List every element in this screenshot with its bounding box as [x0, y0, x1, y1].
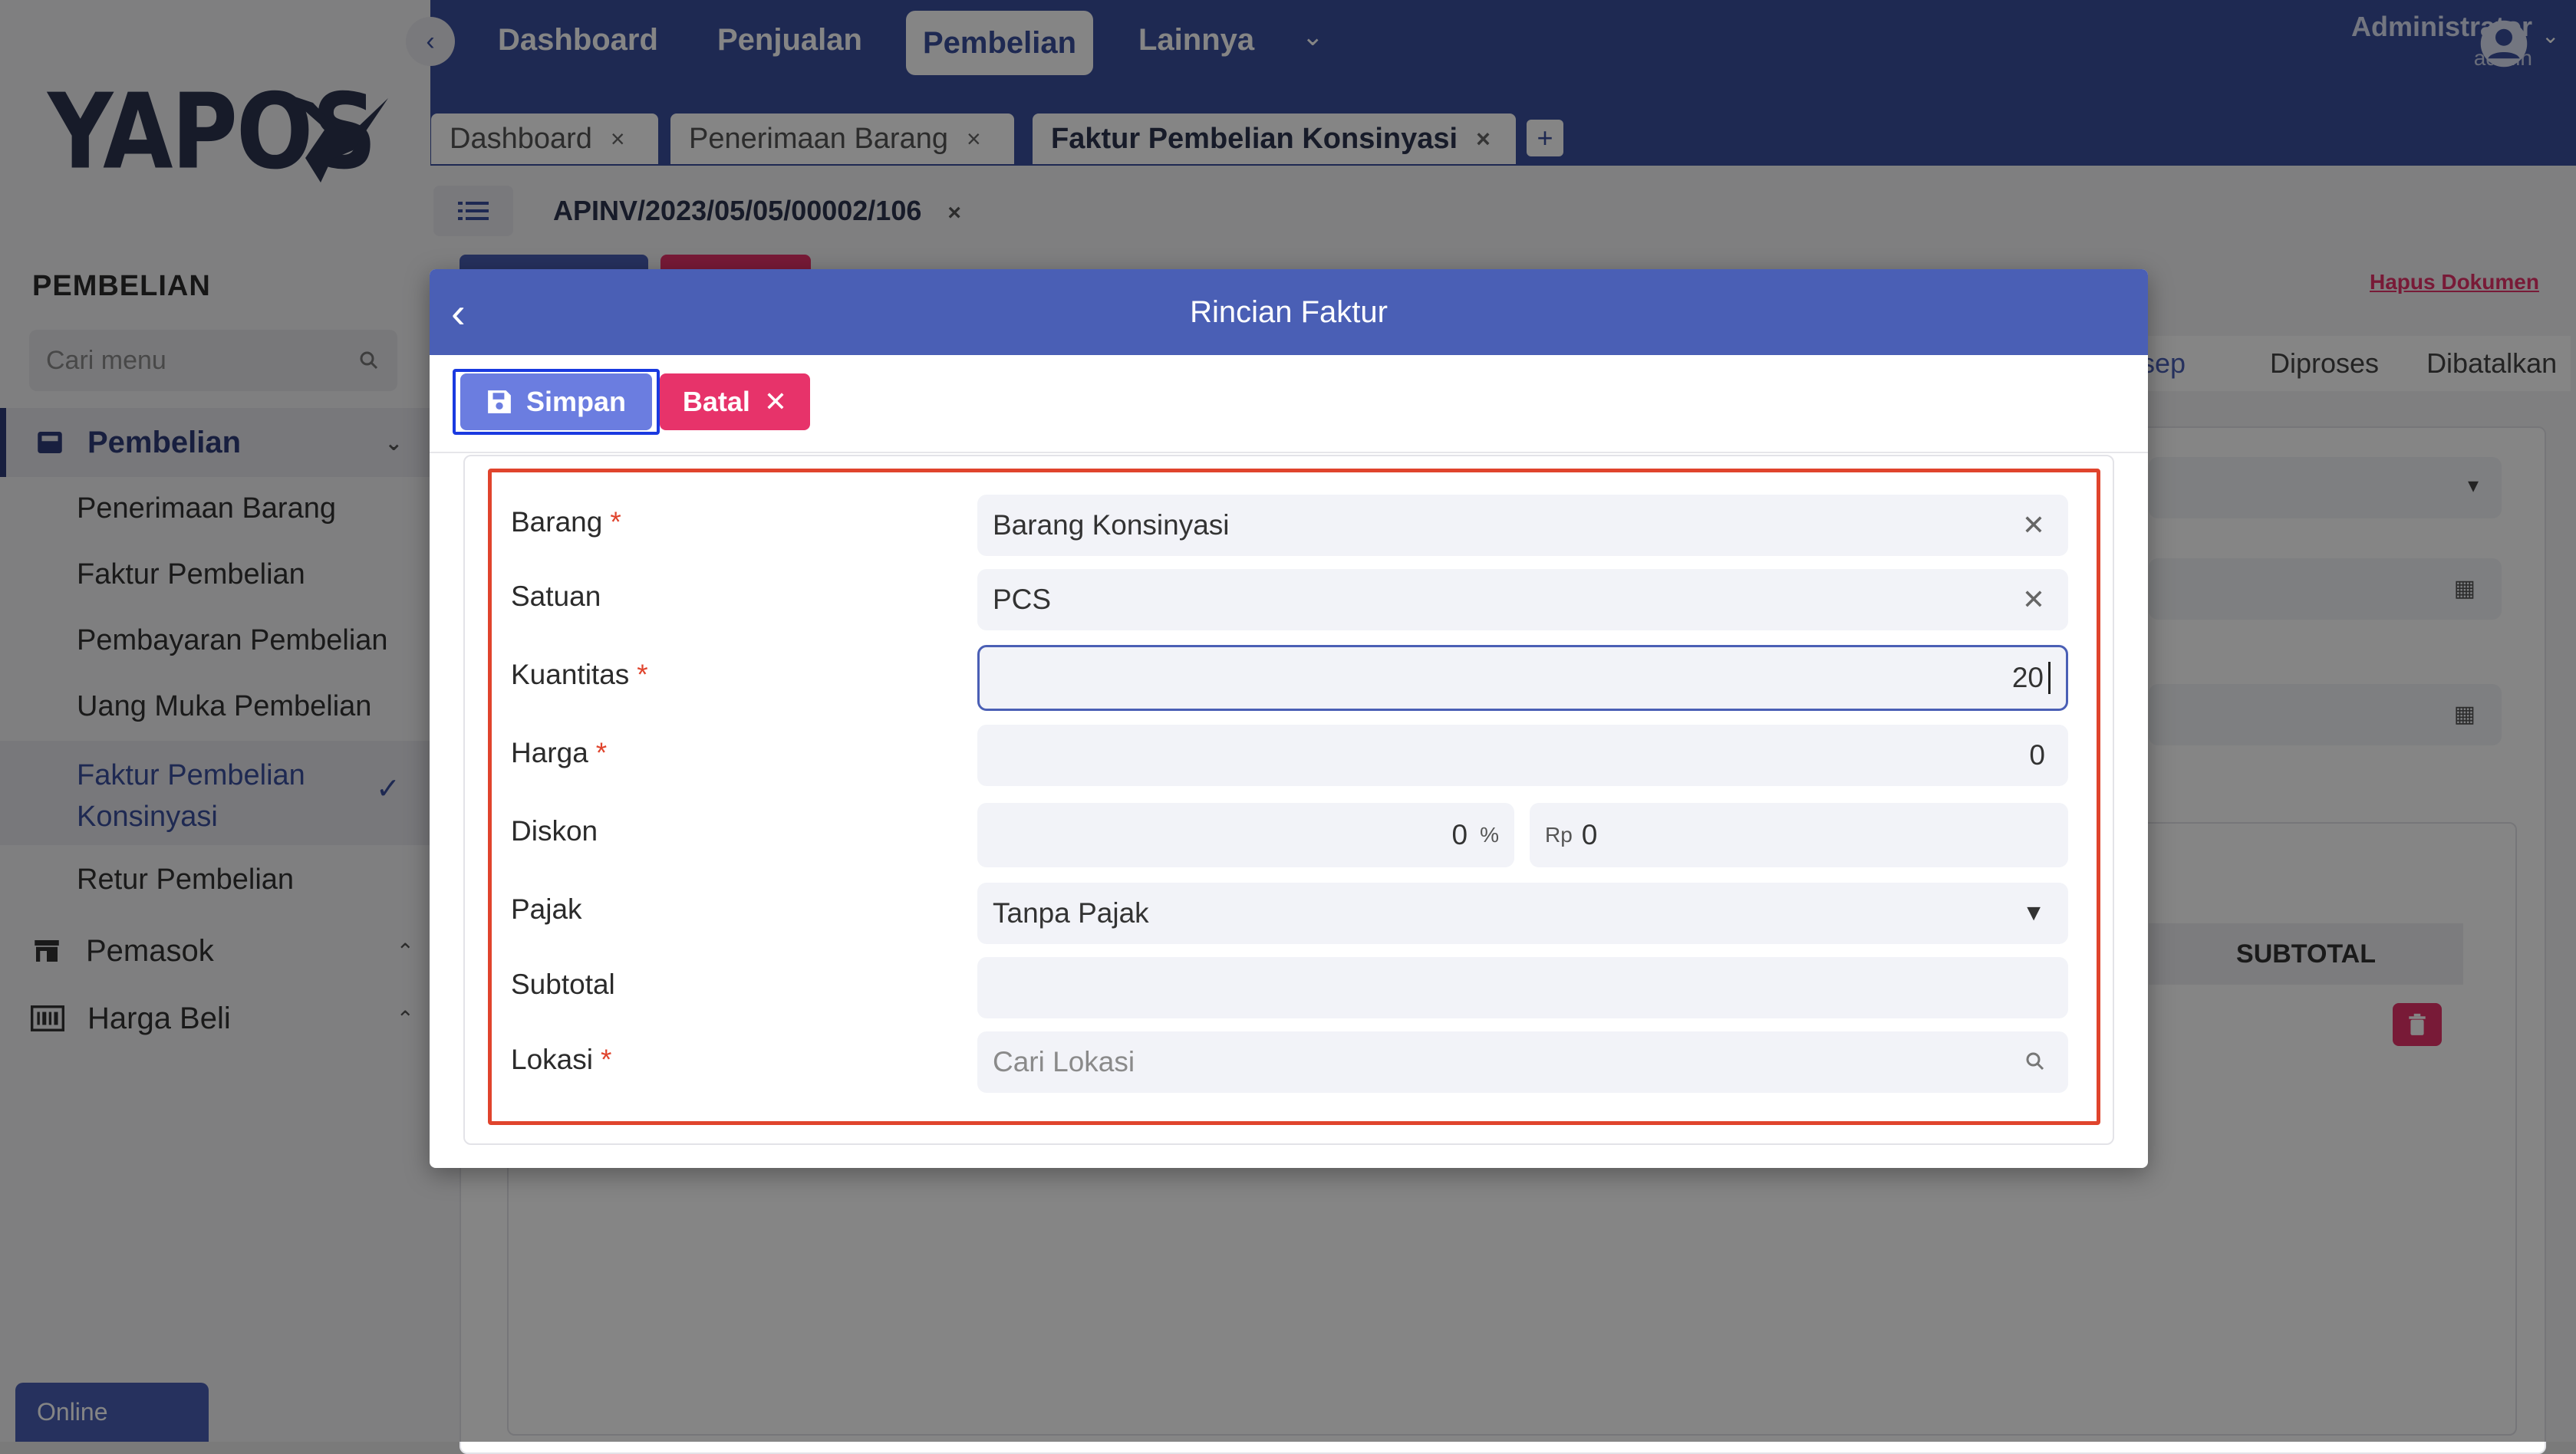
back-arrow-icon[interactable]: ‹	[451, 288, 466, 337]
field-label-satuan: Satuan	[511, 581, 601, 612]
diskon-rp-input[interactable]: Rp 0	[1530, 803, 2068, 867]
cancel-button[interactable]: Batal ✕	[660, 373, 810, 430]
rp-prefix: Rp	[1545, 823, 1573, 847]
diskon-rp-value: 0	[1581, 819, 1598, 850]
required-mark: *	[600, 1044, 612, 1075]
harga-input[interactable]: 0	[977, 725, 2068, 786]
field-label-harga: Harga *	[511, 737, 607, 769]
field-label-barang: Barang *	[511, 506, 621, 538]
required-mark: *	[595, 737, 608, 768]
save-button[interactable]: Simpan	[460, 373, 652, 430]
label-text: Kuantitas	[511, 659, 630, 690]
modal-toolbar: Simpan Batal ✕	[430, 355, 2148, 453]
invoice-detail-modal: ‹ Rincian Faktur Simpan Batal ✕ Barang * …	[430, 269, 2148, 1168]
highlight-box	[488, 469, 2100, 1125]
field-label-diskon: Diskon	[511, 815, 598, 847]
kuantitas-input[interactable]: 20	[977, 645, 2068, 711]
cancel-button-label: Batal	[682, 386, 750, 417]
field-label-kuantitas: Kuantitas *	[511, 659, 648, 691]
required-mark: *	[637, 659, 648, 690]
label-text: Harga	[511, 737, 588, 768]
save-button-label: Simpan	[525, 386, 627, 417]
field-label-pajak: Pajak	[511, 893, 582, 925]
required-mark: *	[610, 506, 621, 538]
caret-down-icon: ▼	[2022, 900, 2045, 926]
satuan-field[interactable]: PCS ✕	[977, 569, 2068, 630]
lokasi-search-input[interactable]: Cari Lokasi	[977, 1031, 2068, 1093]
clear-icon[interactable]: ✕	[2022, 584, 2045, 616]
modal-header: ‹ Rincian Faktur	[430, 269, 2148, 355]
label-text: Lokasi	[511, 1044, 593, 1075]
pajak-value: Tanpa Pajak	[993, 897, 1149, 929]
field-label-lokasi: Lokasi *	[511, 1044, 611, 1076]
percent-unit: %	[1480, 823, 1499, 847]
save-icon	[488, 390, 511, 413]
barang-field[interactable]: Barang Konsinyasi ✕	[977, 495, 2068, 556]
pajak-select[interactable]: Tanpa Pajak ▼	[977, 883, 2068, 944]
subtotal-field	[977, 957, 2068, 1018]
close-icon: ✕	[763, 386, 788, 417]
modal-title: Rincian Faktur	[1190, 294, 1388, 329]
label-text: Barang	[511, 506, 603, 538]
harga-value: 0	[2029, 739, 2045, 771]
barang-value: Barang Konsinyasi	[993, 509, 1230, 541]
field-label-subtotal: Subtotal	[511, 969, 615, 1000]
text-caret	[2048, 662, 2051, 694]
diskon-percent-value: 0	[1451, 819, 1468, 850]
clear-icon[interactable]: ✕	[2022, 509, 2045, 541]
kuantitas-value: 20	[2011, 662, 2044, 693]
lokasi-placeholder: Cari Lokasi	[993, 1046, 1135, 1077]
satuan-value: PCS	[993, 584, 1052, 615]
search-icon	[2026, 1052, 2044, 1071]
diskon-percent-input[interactable]: 0 %	[977, 803, 1514, 867]
